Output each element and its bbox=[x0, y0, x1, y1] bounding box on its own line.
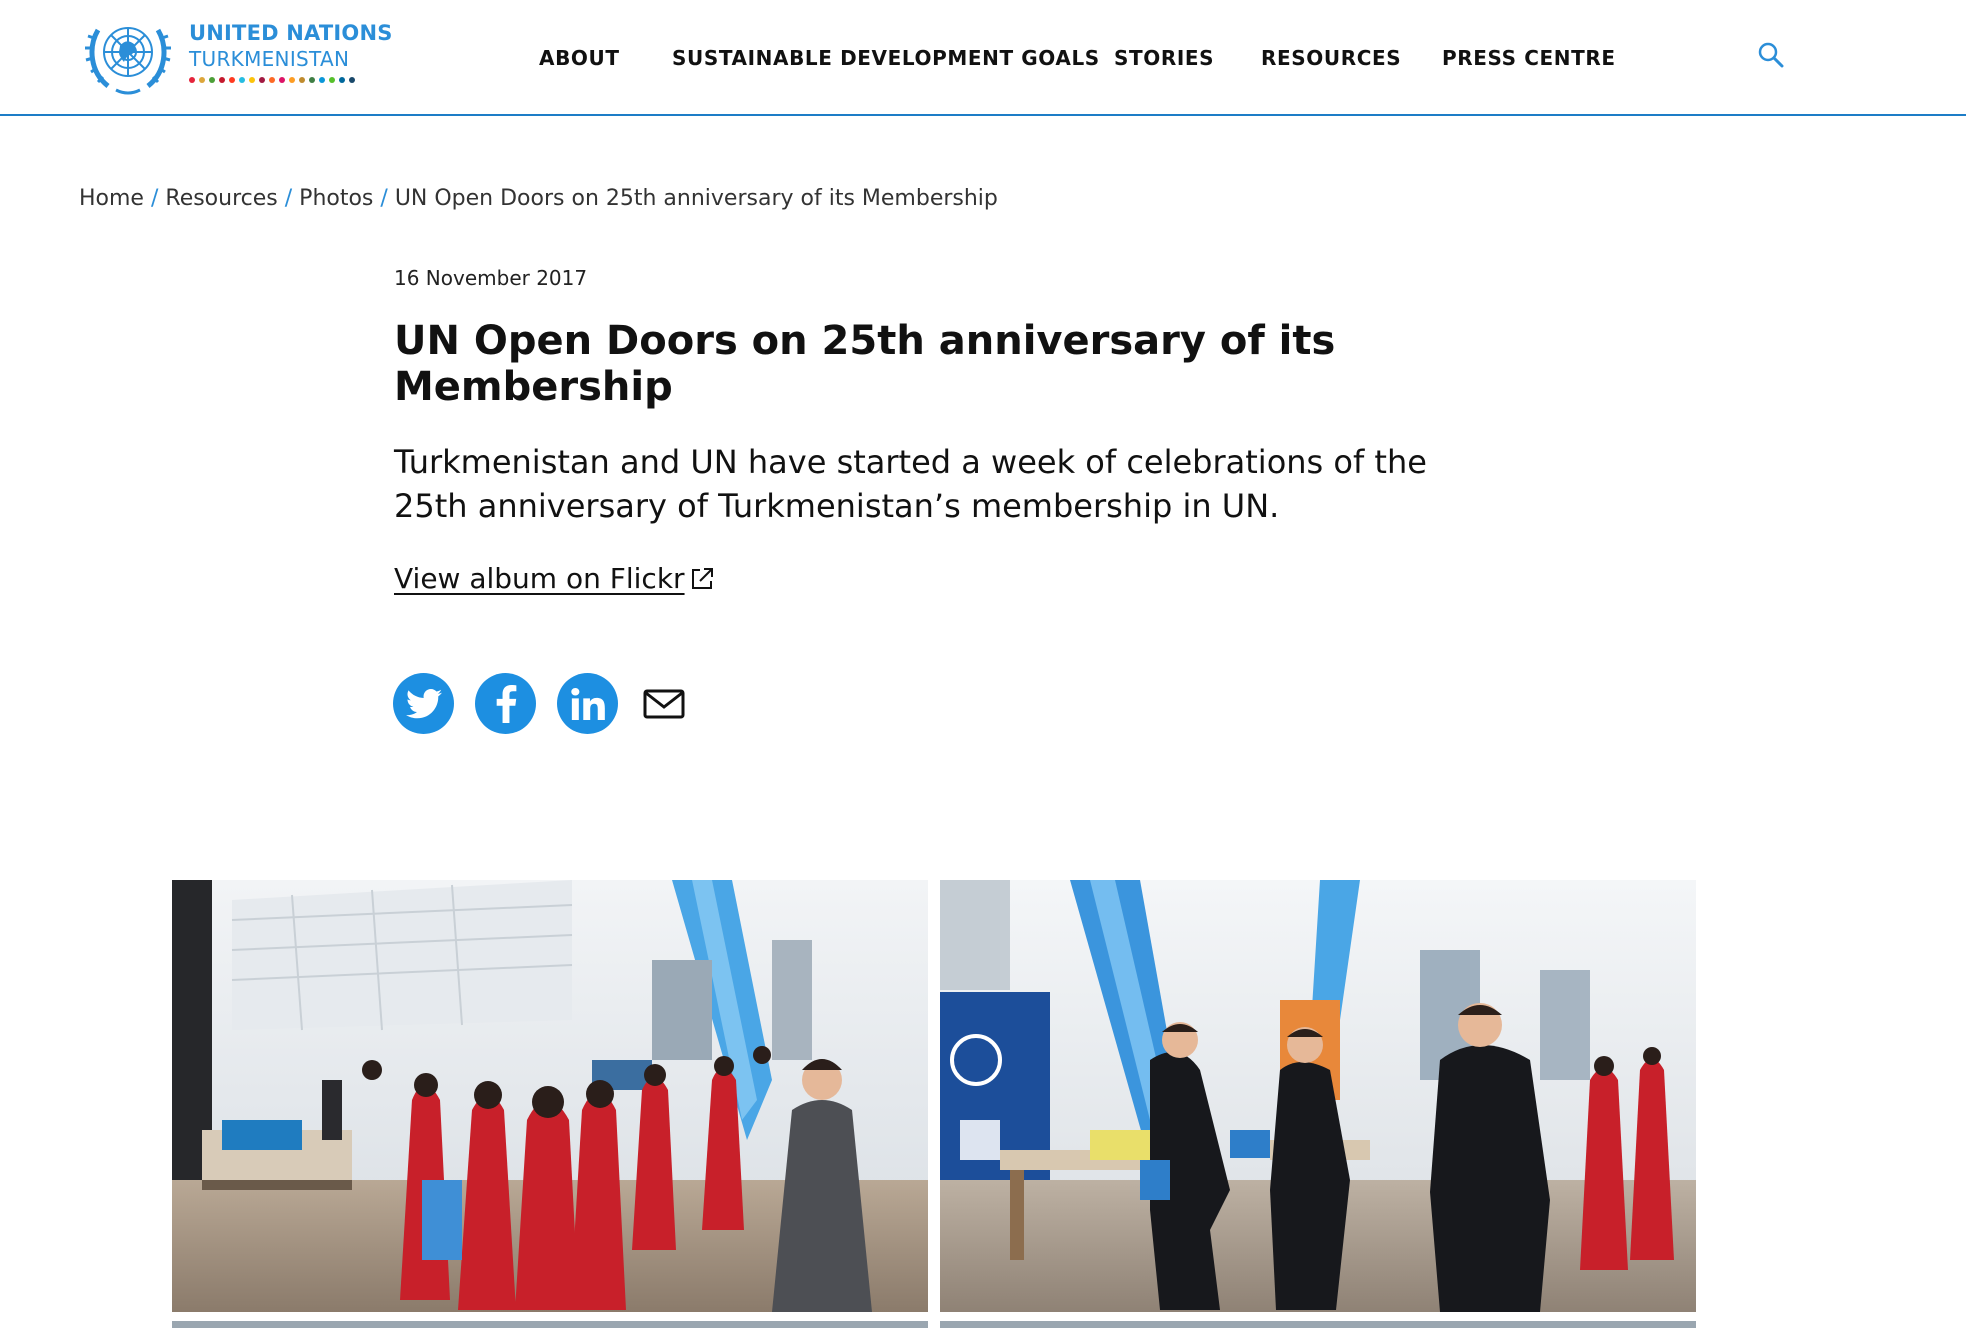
breadcrumb-separator: / bbox=[284, 186, 293, 211]
breadcrumb-photos[interactable]: Photos bbox=[299, 186, 373, 211]
twitter-icon bbox=[405, 688, 442, 718]
share-facebook-button[interactable] bbox=[475, 673, 536, 734]
article-lead: Turkmenistan and UN have started a week … bbox=[394, 443, 1427, 525]
un-emblem-icon bbox=[85, 27, 171, 95]
external-link-icon bbox=[691, 567, 713, 589]
un-booth-photo bbox=[940, 880, 1696, 1312]
article-date: 16 November 2017 bbox=[394, 266, 588, 290]
facebook-icon bbox=[496, 684, 516, 723]
logo-org-name: UNITED NATIONS bbox=[189, 21, 393, 45]
album-photo-partial[interactable] bbox=[940, 1321, 1696, 1328]
flickr-album-link[interactable]: View album on Flickr bbox=[394, 562, 715, 595]
linkedin-icon bbox=[570, 687, 605, 720]
share-email-button[interactable] bbox=[640, 680, 688, 728]
flickr-link-label: View album on Flickr bbox=[394, 562, 685, 595]
search-icon bbox=[1758, 42, 1784, 68]
nav-resources[interactable]: RESOURCES bbox=[1261, 46, 1401, 70]
album-photo-partial[interactable] bbox=[172, 1321, 928, 1328]
share-bar bbox=[393, 673, 688, 734]
site-logo[interactable]: UNITED NATIONS TURKMENISTAN bbox=[78, 12, 393, 98]
share-twitter-button[interactable] bbox=[393, 673, 454, 734]
logo-country-name: TURKMENISTAN bbox=[189, 47, 350, 71]
search-button[interactable] bbox=[1756, 40, 1786, 70]
nav-sdgs[interactable]: SUSTAINABLE DEVELOPMENT GOALS bbox=[672, 46, 1100, 70]
breadcrumb-resources[interactable]: Resources bbox=[165, 186, 277, 211]
breadcrumb-home[interactable]: Home bbox=[79, 186, 144, 211]
breadcrumb-separator: / bbox=[380, 186, 388, 211]
share-linkedin-button[interactable] bbox=[557, 673, 618, 734]
breadcrumb-separator: / bbox=[150, 186, 159, 211]
page-title: UN Open Doors on 25th anniversary of its… bbox=[394, 318, 1336, 410]
nav-press-centre[interactable]: PRESS CENTRE bbox=[1442, 46, 1616, 70]
breadcrumb: Home / Resources / Photos / UN Open Doors on 2… bbox=[79, 186, 998, 211]
site-header: UNITED NATIONS TURKMENISTAN ABOUT SUSTAI… bbox=[0, 0, 1966, 116]
album-photo[interactable] bbox=[172, 880, 928, 1312]
mail-icon bbox=[643, 689, 685, 718]
sdg-color-dots bbox=[189, 77, 393, 83]
album-photo[interactable] bbox=[940, 880, 1696, 1312]
nav-about[interactable]: ABOUT bbox=[539, 46, 620, 70]
breadcrumb-current: UN Open Doors on 25th anniversary of its… bbox=[394, 186, 998, 211]
exhibition-hall-photo bbox=[172, 880, 928, 1312]
nav-stories[interactable]: STORIES bbox=[1114, 46, 1214, 70]
